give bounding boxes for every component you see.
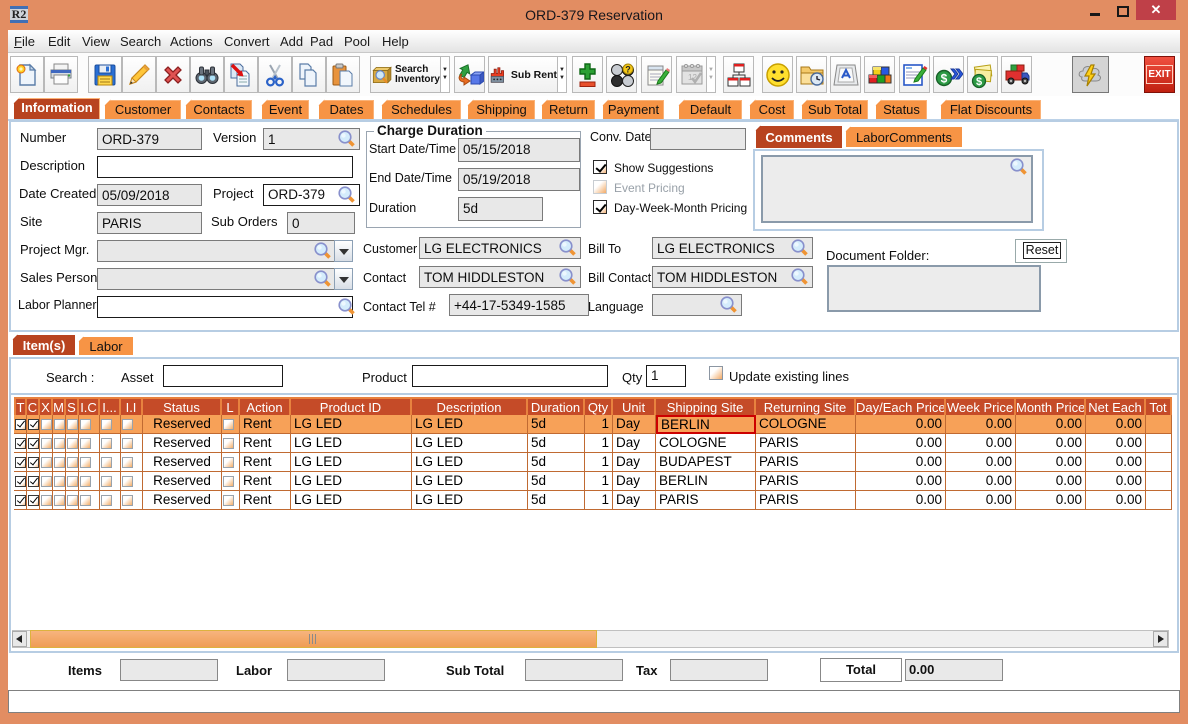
svg-text:?: ?	[625, 64, 631, 74]
svg-text:$: $	[940, 71, 947, 85]
svg-text:$: $	[975, 76, 981, 88]
